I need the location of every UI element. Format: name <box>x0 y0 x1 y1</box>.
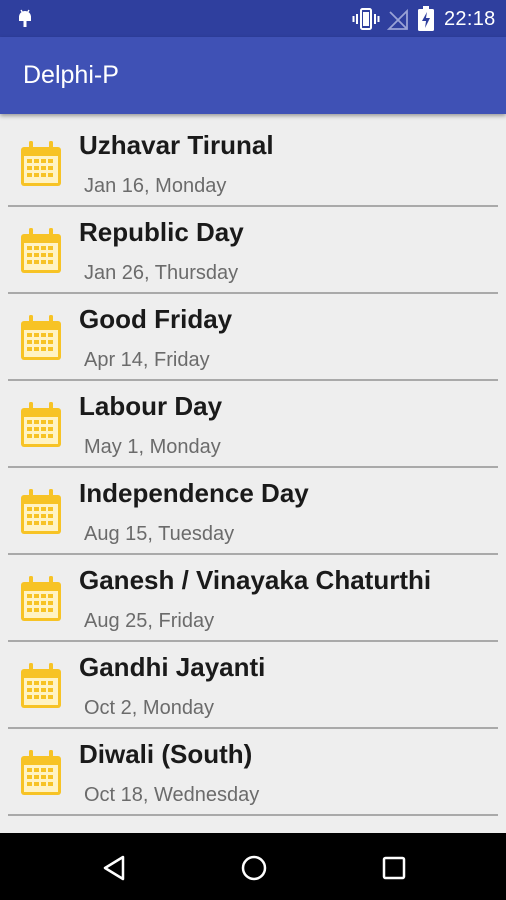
holiday-name: Diwali (South) <box>79 739 253 769</box>
calendar-icon <box>21 489 61 534</box>
list-item[interactable]: Diwali (South) Oct 18, Wednesday <box>0 729 506 816</box>
calendar-icon <box>21 663 61 708</box>
holiday-name: Ganesh / Vinayaka Chaturthi <box>79 565 432 595</box>
calendar-icon <box>21 315 61 360</box>
holiday-name: Uzhavar Tirunal <box>79 130 274 160</box>
holiday-date: Oct 2, Monday <box>84 697 215 719</box>
holiday-name: Labour Day <box>79 391 223 421</box>
list-item[interactable]: Republic Day Jan 26, Thursday <box>0 207 506 294</box>
navigation-bar <box>0 833 506 900</box>
back-icon[interactable] <box>99 853 129 883</box>
home-icon[interactable] <box>239 853 269 883</box>
holiday-date: Apr 14, Friday <box>84 349 210 371</box>
list-item[interactable]: Labour Day May 1, Monday <box>0 381 506 468</box>
list-item[interactable]: Uzhavar Tirunal Jan 16, Monday <box>0 120 506 207</box>
holiday-date: May 1, Monday <box>84 436 221 458</box>
no-signal-icon <box>387 8 408 30</box>
status-bar: 22:18 <box>0 0 506 37</box>
holiday-date: Aug 15, Tuesday <box>84 523 235 545</box>
app-title: Delphi-P <box>23 61 119 89</box>
holiday-date: Jan 26, Thursday <box>84 262 239 284</box>
calendar-icon <box>21 750 61 795</box>
divider <box>8 814 498 816</box>
recents-icon[interactable] <box>379 853 409 883</box>
holiday-list[interactable]: Uzhavar Tirunal Jan 16, Monday Republic … <box>0 120 506 833</box>
battery-charging-icon <box>418 6 434 31</box>
holiday-name: Republic Day <box>79 217 244 247</box>
android-debug-icon <box>19 9 31 27</box>
holiday-date: Jan 16, Monday <box>84 175 227 197</box>
list-item[interactable]: Ganesh / Vinayaka Chaturthi Aug 25, Frid… <box>0 555 506 642</box>
calendar-icon <box>21 228 61 273</box>
holiday-name: Gandhi Jayanti <box>79 652 266 682</box>
holiday-date: Aug 25, Friday <box>84 610 215 632</box>
calendar-icon <box>21 576 61 621</box>
holiday-name: Good Friday <box>79 304 233 334</box>
holiday-name: Independence Day <box>79 478 309 508</box>
clock: 22:18 <box>444 8 496 30</box>
list-item[interactable]: Good Friday Apr 14, Friday <box>0 294 506 381</box>
calendar-icon <box>21 402 61 447</box>
vibrate-icon <box>352 8 380 30</box>
app-bar: Delphi-P <box>0 37 506 114</box>
holiday-date: Oct 18, Wednesday <box>84 784 260 806</box>
list-item[interactable]: Gandhi Jayanti Oct 2, Monday <box>0 642 506 729</box>
list-item[interactable]: Independence Day Aug 15, Tuesday <box>0 468 506 555</box>
calendar-icon <box>21 141 61 186</box>
